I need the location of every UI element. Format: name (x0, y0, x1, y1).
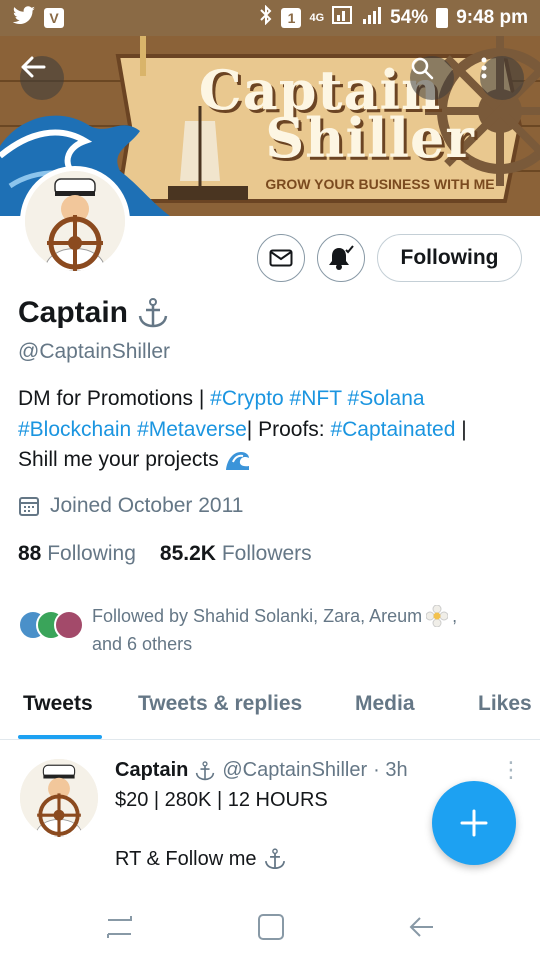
twitter-icon (12, 5, 36, 31)
bio-line-1: DM for Promotions | #Crypto #NFT #Solana (18, 384, 528, 415)
banner-tagline: GROW YOUR BUSINESS WITH ME (265, 176, 495, 192)
bluetooth-icon (259, 4, 273, 31)
sim-icon: 1 (281, 8, 302, 28)
hashtag-link[interactable]: #Metaverse (137, 418, 247, 441)
tab-tweets-replies[interactable]: Tweets & replies (138, 692, 302, 716)
followers-label: Followers (221, 542, 312, 565)
tweet-text-line2: RT & Follow me (115, 847, 287, 871)
followers-stat[interactable]: 85.2K Followers (160, 542, 312, 566)
bio-text: | Proofs: (246, 417, 331, 441)
tweet-author-handle: @CaptainShiller (222, 759, 368, 781)
hashtag-link[interactable]: #NFT (290, 387, 342, 410)
followed-by-line2: and 6 others (92, 634, 193, 654)
tweet-author-avatar[interactable] (20, 759, 98, 837)
follower-avatars (18, 610, 88, 650)
battery-icon (436, 8, 449, 28)
tweet-author-name: Captain (115, 759, 189, 781)
more-vertical-icon (481, 57, 487, 79)
tweet-text-line1: $20 | 280K | 12 HOURS (115, 789, 328, 811)
bio-text: Shill me your projects (18, 448, 219, 471)
following-button[interactable]: Following (377, 234, 522, 282)
clock: 9:48 pm (456, 7, 528, 28)
signal-icon (362, 5, 382, 31)
followed-by[interactable]: Followed by Shahid Solanki, Zara, Areum … (18, 602, 502, 658)
anchor-icon (264, 848, 285, 870)
mail-icon (269, 249, 293, 267)
network-icon (332, 5, 354, 31)
home-button[interactable] (256, 912, 286, 942)
profile-name: Captain (18, 296, 129, 329)
joined-date: Joined October 2011 (50, 494, 244, 517)
calendar-icon (19, 497, 39, 516)
followers-count: 85.2K (159, 542, 216, 565)
follow-stats: 88 Following 85.2K Followers (18, 542, 312, 566)
back-icon (409, 917, 433, 937)
bio-line-3: Shill me your projects (18, 445, 528, 476)
profile-handle: @CaptainShiller (18, 340, 171, 363)
bio-line-2: #Blockchain #Metaverse| Proofs: #Captain… (18, 415, 528, 446)
profile-avatar[interactable] (20, 166, 130, 276)
v-app-icon: V (44, 8, 64, 28)
tweet-text: RT & Follow me (115, 847, 257, 870)
notifications-button[interactable] (317, 234, 365, 282)
bio-text: DM for Promotions | (18, 387, 211, 410)
avatar-image (20, 759, 98, 837)
tweet-time: · 3h (373, 759, 408, 781)
system-back-button[interactable] (406, 912, 436, 942)
tab-media[interactable]: Media (355, 692, 415, 716)
avatar-image (25, 171, 125, 271)
bell-check-icon (329, 245, 354, 270)
home-icon (258, 914, 284, 940)
network-type: 4G (309, 12, 325, 24)
compose-tweet-button[interactable] (432, 781, 516, 865)
anchor-icon (196, 760, 215, 780)
plus-icon (460, 809, 488, 837)
hashtag-link[interactable]: #Blockchain (18, 418, 131, 441)
tab-likes[interactable]: Likes (478, 692, 532, 716)
following-label: Following (47, 542, 136, 565)
flower-emoji-icon (426, 605, 449, 627)
profile-tabs: Tweets Tweets & replies Media Likes (0, 680, 540, 740)
status-bar: V 1 4G 54% 9:48 pm (0, 0, 540, 36)
profile-name-row: Captain (18, 296, 170, 330)
followed-by-line1: Followed by Shahid Solanki, Zara, Areum (92, 606, 423, 626)
back-button[interactable] (20, 56, 64, 100)
back-arrow-icon (21, 56, 46, 78)
system-nav-bar (0, 890, 540, 960)
joined-date-row: Joined October 2011 (18, 494, 243, 518)
recent-apps-button[interactable] (105, 912, 135, 942)
battery-percentage: 54% (390, 7, 429, 28)
following-count: 88 (18, 542, 42, 565)
more-options-button[interactable] (480, 56, 524, 100)
anchor-icon (138, 298, 168, 328)
wave-emoji-icon (225, 452, 249, 471)
hashtag-link[interactable]: #Solana (348, 387, 425, 410)
follower-avatar (54, 610, 84, 640)
search-icon (411, 57, 434, 80)
hashtag-link[interactable]: #Crypto (210, 387, 284, 410)
recent-apps-icon (107, 916, 132, 938)
bio-text: | (455, 417, 467, 441)
hashtag-link[interactable]: #Captainated (330, 418, 455, 441)
profile-bio: DM for Promotions | #Crypto #NFT #Solana… (18, 384, 528, 476)
tweet-header: Captain @CaptainShiller · 3h (115, 759, 408, 782)
following-stat[interactable]: 88 Following (18, 542, 136, 566)
tab-tweets[interactable]: Tweets (23, 692, 93, 716)
followed-by-text: Followed by Shahid Solanki, Zara, Areum … (92, 602, 502, 658)
search-button[interactable] (410, 56, 454, 100)
tweet-more-icon[interactable]: ⋮ (500, 757, 522, 783)
message-button[interactable] (257, 234, 305, 282)
active-tab-indicator (18, 735, 102, 739)
